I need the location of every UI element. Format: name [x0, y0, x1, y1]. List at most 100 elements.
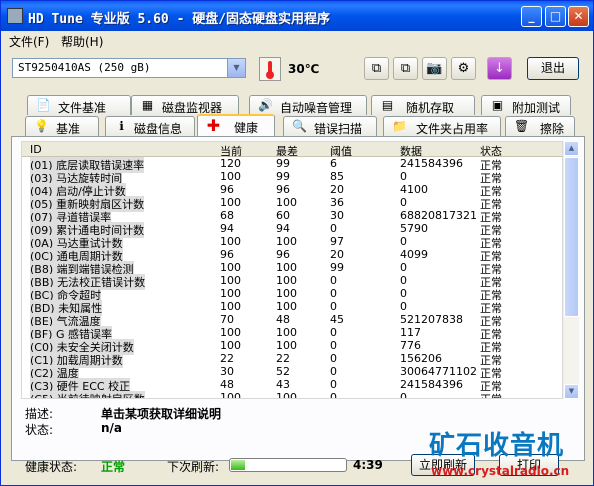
table-row[interactable]: (09) 累计通电时间计数 94 94 0 5790 正常 [22, 222, 562, 238]
copy-icon: ⧉ [371, 61, 382, 76]
chevron-down-icon[interactable]: ▼ [227, 59, 245, 77]
toolbar: ST9250410AS (250 gB) ▼ 30℃ ⧉ ⧉ 📷 ⚙ ↓ 退出 [1, 51, 593, 87]
drive-select-value: ST9250410AS (250 gB) [18, 61, 151, 74]
table-row[interactable]: (07) 寻道错误率 68 60 30 68820817321 正常 [22, 209, 562, 225]
cell-threshold: 0 [330, 352, 337, 365]
minimize-button[interactable]: _ [521, 6, 542, 27]
cell-current: 120 [220, 157, 241, 170]
cell-id: (C5) 当前待映射扇区数 [30, 391, 145, 398]
cell-current: 100 [220, 196, 241, 209]
table-row[interactable]: (0A) 马达重试计数 100 100 97 0 正常 [22, 235, 562, 251]
cell-current: 30 [220, 365, 234, 378]
cell-data: 68820817321 [400, 209, 477, 222]
cell-current: 100 [220, 391, 241, 399]
cell-worst: 100 [276, 287, 297, 300]
tab-label: 错误扫描 [314, 122, 363, 136]
close-button[interactable]: ✕ [568, 6, 589, 27]
scroll-up-icon[interactable]: ▲ [564, 141, 579, 156]
cell-status: 正常 [480, 391, 502, 398]
tab-label: 基准 [56, 122, 81, 136]
tab-random-access[interactable]: ▤ 随机存取 [371, 95, 475, 115]
cell-data: 241584396 [400, 157, 463, 170]
table-row[interactable]: (0C) 通电周期计数 96 96 20 4099 正常 [22, 248, 562, 264]
drive-select[interactable]: ST9250410AS (250 gB) ▼ [12, 58, 246, 78]
cell-current: 48 [220, 378, 234, 391]
table-row[interactable]: (BC) 命令超时 100 100 0 0 正常 [22, 287, 562, 303]
tab-health[interactable]: ✚ 健康 [197, 114, 275, 136]
save-button[interactable]: ↓ [487, 57, 512, 80]
health-cross-icon: ✚ [206, 116, 221, 135]
menu-help[interactable]: 帮助(H) [61, 33, 103, 50]
cell-current: 100 [220, 326, 241, 339]
benchmark-icon: 💡 [34, 119, 49, 133]
cell-data: 0 [400, 391, 407, 399]
vertical-scrollbar[interactable]: ▲ ▼ [563, 141, 579, 399]
table-row[interactable]: (03) 马达旋转时间 100 99 85 0 正常 [22, 170, 562, 186]
cell-worst: 22 [276, 352, 290, 365]
cell-data: 0 [400, 235, 407, 248]
thermometer-icon [259, 57, 281, 81]
cell-threshold: 0 [330, 326, 337, 339]
cell-data: 0 [400, 300, 407, 313]
cell-data: 4099 [400, 248, 428, 261]
save-icon: ↓ [494, 61, 505, 76]
table-row[interactable]: (BB) 无法校正错误计数 100 100 0 0 正常 [22, 274, 562, 290]
table-row[interactable]: (C0) 未安全关闭计数 100 100 0 776 正常 [22, 339, 562, 355]
cell-data: 117 [400, 326, 421, 339]
screenshot-button[interactable]: 📷 [422, 57, 447, 80]
title-bar[interactable]: HD Tune 专业版 5.60 - 硬盘/固态硬盘实用程序 _ □ ✕ [1, 1, 593, 31]
column-header-id[interactable]: ID [30, 143, 42, 156]
refresh-progress-fill [231, 460, 245, 470]
table-row[interactable]: (C3) 硬件 ECC 校正 48 43 0 241584396 正常 [22, 378, 562, 394]
cell-current: 100 [220, 287, 241, 300]
tab-error-scan[interactable]: 🔍 错误扫描 [283, 116, 377, 136]
table-row[interactable]: (C5) 当前待映射扇区数 100 100 0 0 正常 [22, 391, 562, 399]
table-row[interactable]: (B8) 端到端错误检测 100 100 99 0 正常 [22, 261, 562, 277]
tab-benchmark[interactable]: 💡 基准 [25, 116, 99, 136]
tab-disk-monitor[interactable]: ▦ 磁盘监视器 [131, 95, 239, 115]
cell-worst: 99 [276, 157, 290, 170]
scroll-down-icon[interactable]: ▼ [564, 384, 579, 399]
options-button[interactable]: ⚙ [451, 57, 476, 80]
table-row[interactable]: (C1) 加载周期计数 22 22 0 156206 正常 [22, 352, 562, 368]
table-row[interactable]: (BD) 未知属性 100 100 0 0 正常 [22, 300, 562, 316]
cell-current: 22 [220, 352, 234, 365]
cell-data: 4100 [400, 183, 428, 196]
description-label: 描述: [25, 407, 54, 421]
cell-threshold: 0 [330, 274, 337, 287]
cell-current: 100 [220, 235, 241, 248]
tab-erase[interactable]: 🗑 擦除 [505, 116, 575, 136]
table-row[interactable]: (BF) G 感错误率 100 100 0 117 正常 [22, 326, 562, 342]
copy-button[interactable]: ⧉ [364, 57, 389, 80]
table-row[interactable]: (BE) 气流温度 70 48 45 521207838 正常 [22, 313, 562, 329]
cell-worst: 100 [276, 300, 297, 313]
tab-disk-info[interactable]: ℹ 磁盘信息 [105, 116, 195, 136]
scroll-thumb[interactable] [564, 157, 579, 317]
smart-table[interactable]: ID 当前 最差 阈值 数据 状态 (01) 底层读取错误速率 120 99 6 241… [21, 141, 563, 399]
cell-data: 776 [400, 339, 421, 352]
tab-label: 附加测试 [512, 101, 561, 115]
tab-noise-management[interactable]: 🔊 自动噪音管理 [249, 95, 367, 115]
cell-worst: 52 [276, 365, 290, 378]
cell-worst: 100 [276, 326, 297, 339]
menu-file[interactable]: 文件(F) [9, 33, 49, 50]
watermark-logo: 矿石收音机 [429, 431, 565, 461]
cell-threshold: 0 [330, 287, 337, 300]
window-title: HD Tune 专业版 5.60 - 硬盘/固态硬盘实用程序 [28, 12, 331, 27]
table-row[interactable]: (04) 启动/停止计数 96 96 20 4100 正常 [22, 183, 562, 199]
cell-threshold: 99 [330, 261, 344, 274]
table-row[interactable]: (05) 重新映射扇区计数 100 100 36 0 正常 [22, 196, 562, 212]
tab-folder-usage[interactable]: 📁 文件夹占用率 [383, 116, 501, 136]
cell-threshold: 20 [330, 183, 344, 196]
tab-extra-tests[interactable]: ▣ 附加测试 [481, 95, 571, 115]
maximize-button[interactable]: □ [545, 6, 566, 27]
table-row[interactable]: (01) 底层读取错误速率 120 99 6 241584396 正常 [22, 157, 562, 173]
cell-threshold: 97 [330, 235, 344, 248]
tab-file-benchmark[interactable]: 📄 文件基准 [27, 95, 131, 115]
temperature-value: 30℃ [288, 62, 320, 76]
copy-info-button[interactable]: ⧉ [393, 57, 418, 80]
cell-data: 156206 [400, 352, 442, 365]
table-row[interactable]: (C2) 温度 30 52 0 30064771102 正常 [22, 365, 562, 381]
exit-button[interactable]: 退出 [527, 57, 579, 80]
cell-worst: 100 [276, 196, 297, 209]
